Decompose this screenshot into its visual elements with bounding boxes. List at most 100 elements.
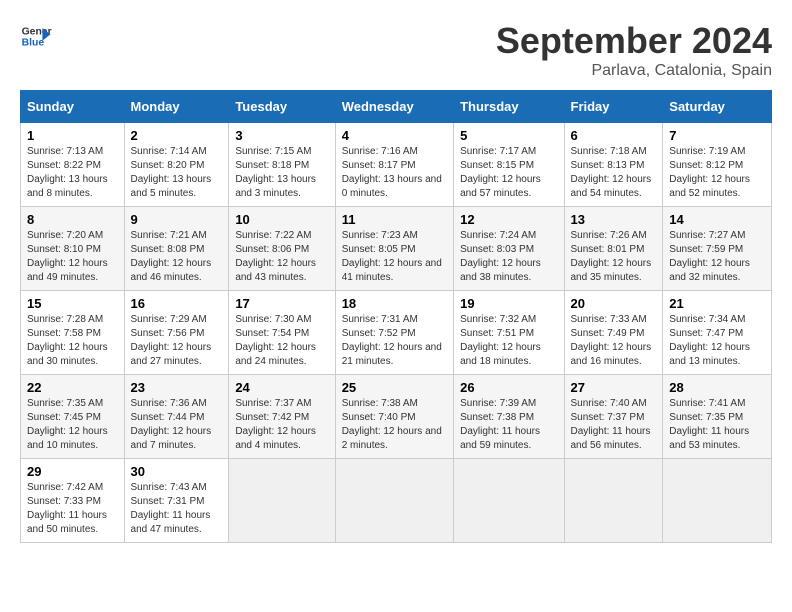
day-info: Sunrise: 7:27 AM Sunset: 7:59 PM Dayligh… [669,229,765,285]
calendar-cell: 2 Sunrise: 7:14 AM Sunset: 8:20 PM Dayli… [124,123,229,207]
calendar-cell [663,459,772,543]
calendar-cell: 14 Sunrise: 7:27 AM Sunset: 7:59 PM Dayl… [663,207,772,291]
day-info: Sunrise: 7:21 AM Sunset: 8:08 PM Dayligh… [131,229,223,285]
calendar-cell: 19 Sunrise: 7:32 AM Sunset: 7:51 PM Dayl… [454,291,564,375]
day-number: 28 [669,380,765,395]
day-number: 30 [131,464,223,479]
calendar-cell: 11 Sunrise: 7:23 AM Sunset: 8:05 PM Dayl… [335,207,453,291]
day-info: Sunrise: 7:18 AM Sunset: 8:13 PM Dayligh… [571,145,657,201]
day-number: 13 [571,212,657,227]
header-row: SundayMondayTuesdayWednesdayThursdayFrid… [21,91,772,123]
day-header-monday: Monday [124,91,229,123]
day-number: 4 [342,128,447,143]
day-header-thursday: Thursday [454,91,564,123]
day-info: Sunrise: 7:26 AM Sunset: 8:01 PM Dayligh… [571,229,657,285]
day-info: Sunrise: 7:38 AM Sunset: 7:40 PM Dayligh… [342,397,447,453]
calendar-cell: 28 Sunrise: 7:41 AM Sunset: 7:35 PM Dayl… [663,375,772,459]
day-number: 7 [669,128,765,143]
day-number: 21 [669,296,765,311]
calendar-cell: 1 Sunrise: 7:13 AM Sunset: 8:22 PM Dayli… [21,123,125,207]
day-number: 6 [571,128,657,143]
calendar-cell: 13 Sunrise: 7:26 AM Sunset: 8:01 PM Dayl… [564,207,663,291]
day-info: Sunrise: 7:22 AM Sunset: 8:06 PM Dayligh… [235,229,328,285]
day-info: Sunrise: 7:41 AM Sunset: 7:35 PM Dayligh… [669,397,765,453]
day-info: Sunrise: 7:40 AM Sunset: 7:37 PM Dayligh… [571,397,657,453]
calendar-cell: 10 Sunrise: 7:22 AM Sunset: 8:06 PM Dayl… [229,207,335,291]
calendar-subtitle: Parlava, Catalonia, Spain [496,62,772,80]
calendar-cell [229,459,335,543]
day-info: Sunrise: 7:14 AM Sunset: 8:20 PM Dayligh… [131,145,223,201]
day-number: 22 [27,380,118,395]
calendar-cell: 17 Sunrise: 7:30 AM Sunset: 7:54 PM Dayl… [229,291,335,375]
title-section: September 2024 Parlava, Catalonia, Spain [496,20,772,80]
calendar-cell: 23 Sunrise: 7:36 AM Sunset: 7:44 PM Dayl… [124,375,229,459]
day-header-wednesday: Wednesday [335,91,453,123]
calendar-cell: 4 Sunrise: 7:16 AM Sunset: 8:17 PM Dayli… [335,123,453,207]
day-info: Sunrise: 7:28 AM Sunset: 7:58 PM Dayligh… [27,313,118,369]
day-info: Sunrise: 7:34 AM Sunset: 7:47 PM Dayligh… [669,313,765,369]
day-number: 16 [131,296,223,311]
calendar-cell: 27 Sunrise: 7:40 AM Sunset: 7:37 PM Dayl… [564,375,663,459]
day-number: 17 [235,296,328,311]
calendar-cell [564,459,663,543]
day-info: Sunrise: 7:43 AM Sunset: 7:31 PM Dayligh… [131,481,223,537]
calendar-week-3: 15 Sunrise: 7:28 AM Sunset: 7:58 PM Dayl… [21,291,772,375]
day-number: 15 [27,296,118,311]
day-info: Sunrise: 7:23 AM Sunset: 8:05 PM Dayligh… [342,229,447,285]
day-header-tuesday: Tuesday [229,91,335,123]
calendar-cell: 18 Sunrise: 7:31 AM Sunset: 7:52 PM Dayl… [335,291,453,375]
day-number: 26 [460,380,557,395]
day-info: Sunrise: 7:30 AM Sunset: 7:54 PM Dayligh… [235,313,328,369]
calendar-cell: 25 Sunrise: 7:38 AM Sunset: 7:40 PM Dayl… [335,375,453,459]
day-info: Sunrise: 7:17 AM Sunset: 8:15 PM Dayligh… [460,145,557,201]
day-number: 12 [460,212,557,227]
calendar-cell: 9 Sunrise: 7:21 AM Sunset: 8:08 PM Dayli… [124,207,229,291]
calendar-cell: 21 Sunrise: 7:34 AM Sunset: 7:47 PM Dayl… [663,291,772,375]
calendar-cell: 30 Sunrise: 7:43 AM Sunset: 7:31 PM Dayl… [124,459,229,543]
calendar-cell: 12 Sunrise: 7:24 AM Sunset: 8:03 PM Dayl… [454,207,564,291]
day-number: 14 [669,212,765,227]
calendar-week-4: 22 Sunrise: 7:35 AM Sunset: 7:45 PM Dayl… [21,375,772,459]
day-info: Sunrise: 7:16 AM Sunset: 8:17 PM Dayligh… [342,145,447,201]
day-number: 20 [571,296,657,311]
calendar-week-1: 1 Sunrise: 7:13 AM Sunset: 8:22 PM Dayli… [21,123,772,207]
logo: General Blue [20,20,52,52]
calendar-cell: 16 Sunrise: 7:29 AM Sunset: 7:56 PM Dayl… [124,291,229,375]
calendar-cell [454,459,564,543]
day-header-friday: Friday [564,91,663,123]
calendar-week-5: 29 Sunrise: 7:42 AM Sunset: 7:33 PM Dayl… [21,459,772,543]
day-info: Sunrise: 7:33 AM Sunset: 7:49 PM Dayligh… [571,313,657,369]
calendar-cell: 29 Sunrise: 7:42 AM Sunset: 7:33 PM Dayl… [21,459,125,543]
day-header-sunday: Sunday [21,91,125,123]
day-number: 18 [342,296,447,311]
day-info: Sunrise: 7:15 AM Sunset: 8:18 PM Dayligh… [235,145,328,201]
calendar-table: SundayMondayTuesdayWednesdayThursdayFrid… [20,90,772,543]
calendar-cell: 24 Sunrise: 7:37 AM Sunset: 7:42 PM Dayl… [229,375,335,459]
day-number: 1 [27,128,118,143]
day-info: Sunrise: 7:32 AM Sunset: 7:51 PM Dayligh… [460,313,557,369]
calendar-cell: 8 Sunrise: 7:20 AM Sunset: 8:10 PM Dayli… [21,207,125,291]
day-number: 2 [131,128,223,143]
day-number: 23 [131,380,223,395]
calendar-cell: 26 Sunrise: 7:39 AM Sunset: 7:38 PM Dayl… [454,375,564,459]
calendar-cell: 5 Sunrise: 7:17 AM Sunset: 8:15 PM Dayli… [454,123,564,207]
svg-text:Blue: Blue [22,38,45,49]
day-info: Sunrise: 7:36 AM Sunset: 7:44 PM Dayligh… [131,397,223,453]
day-number: 8 [27,212,118,227]
day-number: 29 [27,464,118,479]
day-info: Sunrise: 7:24 AM Sunset: 8:03 PM Dayligh… [460,229,557,285]
day-info: Sunrise: 7:37 AM Sunset: 7:42 PM Dayligh… [235,397,328,453]
page-header: General Blue September 2024 Parlava, Cat… [20,20,772,80]
day-info: Sunrise: 7:13 AM Sunset: 8:22 PM Dayligh… [27,145,118,201]
calendar-week-2: 8 Sunrise: 7:20 AM Sunset: 8:10 PM Dayli… [21,207,772,291]
day-info: Sunrise: 7:42 AM Sunset: 7:33 PM Dayligh… [27,481,118,537]
day-info: Sunrise: 7:29 AM Sunset: 7:56 PM Dayligh… [131,313,223,369]
day-number: 25 [342,380,447,395]
day-number: 27 [571,380,657,395]
day-info: Sunrise: 7:35 AM Sunset: 7:45 PM Dayligh… [27,397,118,453]
calendar-cell: 6 Sunrise: 7:18 AM Sunset: 8:13 PM Dayli… [564,123,663,207]
day-info: Sunrise: 7:20 AM Sunset: 8:10 PM Dayligh… [27,229,118,285]
calendar-title: September 2024 [496,20,772,62]
calendar-cell: 22 Sunrise: 7:35 AM Sunset: 7:45 PM Dayl… [21,375,125,459]
day-header-saturday: Saturday [663,91,772,123]
